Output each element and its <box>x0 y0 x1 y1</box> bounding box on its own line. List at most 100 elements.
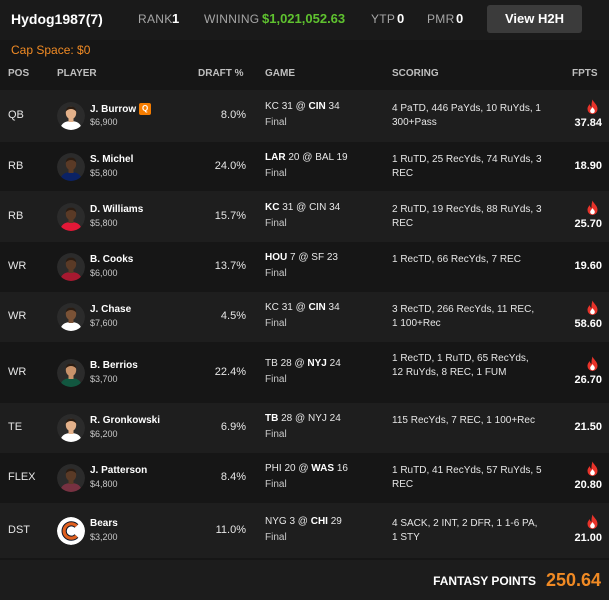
table-row[interactable]: TE R. Gronkowski $6,200 6.9% TB 28 @ NYJ 24 F… <box>0 403 609 453</box>
game-status: Final <box>265 429 287 440</box>
table-row[interactable]: RB S. Michel $5,800 24.0% LAR 20 @ BAL 19 Fin… <box>0 142 609 191</box>
rank-label: RANK <box>138 12 173 26</box>
team-logo[interactable] <box>57 516 85 545</box>
view-h2h-button[interactable]: View H2H <box>487 5 582 33</box>
game-status: Final <box>265 531 287 543</box>
player-fpts: 18.90 <box>574 159 602 172</box>
game-status: Final <box>265 117 287 128</box>
col-draft[interactable]: DRAFT % <box>198 68 244 86</box>
draft-percent: 24.0% <box>214 159 246 172</box>
player-fpts: 20.80 <box>574 479 602 491</box>
winning-label: WINNING <box>204 12 260 26</box>
game-status: Final <box>265 479 287 490</box>
game-matchup: HOU 7 @ SF 23 <box>265 252 338 263</box>
player-salary: $7,600 <box>90 318 118 328</box>
winning-value: $1,021,052.63 <box>262 11 346 26</box>
scoring-breakdown: 4 PaTD, 446 PaYds, 10 RuYds, 1 300+Pass <box>392 103 541 128</box>
game-status: Final <box>265 217 287 229</box>
player-avatar[interactable] <box>57 202 85 231</box>
player-salary: $5,800 <box>90 217 118 228</box>
table-row[interactable]: WR B. Cooks $6,000 13.7% HOU 7 @ SF 23 Final 1… <box>0 242 609 292</box>
roster-position: WR <box>8 310 27 322</box>
player-salary: $6,000 <box>90 268 118 278</box>
pmr-label: PMR <box>427 12 455 26</box>
player-fpts: 37.84 <box>574 117 602 129</box>
fire-icon <box>586 200 599 216</box>
player-name-link[interactable]: D. Williams <box>90 204 143 215</box>
player-avatar[interactable] <box>57 303 85 331</box>
scoring-breakdown: 1 RuTD, 25 RecYds, 74 RuYds, 3 REC <box>392 153 542 179</box>
roster-position: DST <box>8 523 30 536</box>
game-status: Final <box>265 268 287 279</box>
scoring-breakdown: 3 RecTD, 266 RecYds, 11 REC, 1 100+Rec <box>392 304 535 329</box>
player-avatar[interactable] <box>57 358 85 387</box>
col-fpts[interactable]: FPTS <box>572 68 598 86</box>
entry-username: Hydog1987(7) <box>11 11 103 27</box>
player-salary: $5,800 <box>90 167 118 178</box>
draft-percent: 22.4% <box>214 365 246 378</box>
col-game[interactable]: GAME <box>265 68 295 86</box>
col-scoring[interactable]: SCORING <box>392 68 439 86</box>
game-status: Final <box>265 167 287 179</box>
player-avatar[interactable] <box>57 102 85 130</box>
player-name-link[interactable]: S. Michel <box>90 154 133 165</box>
fire-icon <box>586 461 599 477</box>
game-status: Final <box>265 318 287 329</box>
ytp-label: YTP <box>371 12 396 26</box>
draft-percent: 13.7% <box>214 260 246 272</box>
player-avatar[interactable] <box>57 464 85 492</box>
scoring-breakdown: 1 RuTD, 41 RecYds, 57 RuYds, 5 REC <box>392 465 542 490</box>
col-pos[interactable]: POS <box>8 68 29 86</box>
player-name-link[interactable]: B. Berrios <box>90 360 138 371</box>
player-avatar[interactable] <box>57 253 85 281</box>
player-name-link[interactable]: J. Patterson <box>90 465 147 476</box>
player-salary: $3,200 <box>90 531 118 542</box>
player-salary: $6,200 <box>90 429 118 439</box>
fantasy-points-label: FANTASY POINTS <box>433 574 536 588</box>
game-matchup: LAR 20 @ BAL 19 <box>265 151 348 163</box>
roster-position: TE <box>8 421 23 433</box>
game-matchup: KC 31 @ CIN 34 <box>265 201 341 213</box>
player-fpts: 21.50 <box>574 421 602 433</box>
questionable-badge: Q <box>139 103 152 115</box>
game-matchup: KC 31 @ CIN 34 <box>265 101 340 112</box>
game-status: Final <box>265 373 287 385</box>
table-row[interactable]: WR B. Berrios $3,700 22.4% TB 28 @ NYJ 24 Fin… <box>0 342 609 403</box>
draft-percent: 11.0% <box>215 523 246 536</box>
pmr-value: 0 <box>456 11 464 26</box>
table-row[interactable]: WR J. Chase $7,600 4.5% KC 31 @ CIN 34 Final 3… <box>0 292 609 342</box>
fantasy-points-footer: FANTASY POINTS 250.64 <box>0 560 609 600</box>
player-fpts: 21.00 <box>574 531 602 544</box>
player-avatar[interactable] <box>57 152 85 181</box>
fantasy-points-total: 250.64 <box>545 570 601 590</box>
fire-icon <box>586 514 599 530</box>
draft-percent: 4.5% <box>220 310 246 322</box>
player-name-link[interactable]: B. Cooks <box>90 254 133 265</box>
scoring-breakdown: 2 RuTD, 19 RecYds, 88 RuYds, 3 REC <box>392 203 542 229</box>
player-name-link[interactable]: J. Chase <box>90 304 131 315</box>
player-salary: $4,800 <box>90 479 118 489</box>
player-fpts: 19.60 <box>574 260 602 272</box>
scoring-breakdown: 1 RecTD, 1 RuTD, 65 RecYds, 12 RuYds, 8 … <box>392 352 529 378</box>
player-fpts: 58.60 <box>574 318 602 330</box>
ytp-value: 0 <box>397 11 405 26</box>
player-name-link[interactable]: R. Gronkowski <box>90 415 160 426</box>
roster-position: FLEX <box>8 471 36 483</box>
roster-position: QB <box>8 109 24 121</box>
rank-value: 1 <box>172 11 180 26</box>
player-salary: $6,900 <box>90 117 118 127</box>
game-matchup: TB 28 @ NYJ 24 <box>265 413 341 424</box>
player-name-link[interactable]: Bears <box>90 518 118 529</box>
player-name-link[interactable]: J. Burrow Q <box>90 103 152 115</box>
table-row[interactable]: RB D. Williams $5,800 15.7% KC 31 @ CIN 34 Fi… <box>0 191 609 242</box>
table-row[interactable]: FLEX J. Patterson $4,800 8.4% PHI 20 @ WAS 1… <box>0 453 609 503</box>
game-matchup: PHI 20 @ WAS 16 <box>265 463 348 474</box>
table-row[interactable]: QB J. Burrow Q $6,900 8.0% KC 31 @ CIN 34 Fina… <box>0 90 609 142</box>
draft-percent: 6.9% <box>220 421 246 433</box>
fire-icon <box>586 300 599 316</box>
player-avatar[interactable] <box>57 414 85 442</box>
table-row[interactable]: DST Bears $3,200 11.0% NYG 3 @ CHI 29 Final 4 … <box>0 503 609 558</box>
roster-position: RB <box>8 209 24 222</box>
col-player[interactable]: PLAYER <box>57 68 97 86</box>
contest-header: Hydog1987(7) RANK 1 WINNING $1,021,052.6… <box>0 0 609 40</box>
